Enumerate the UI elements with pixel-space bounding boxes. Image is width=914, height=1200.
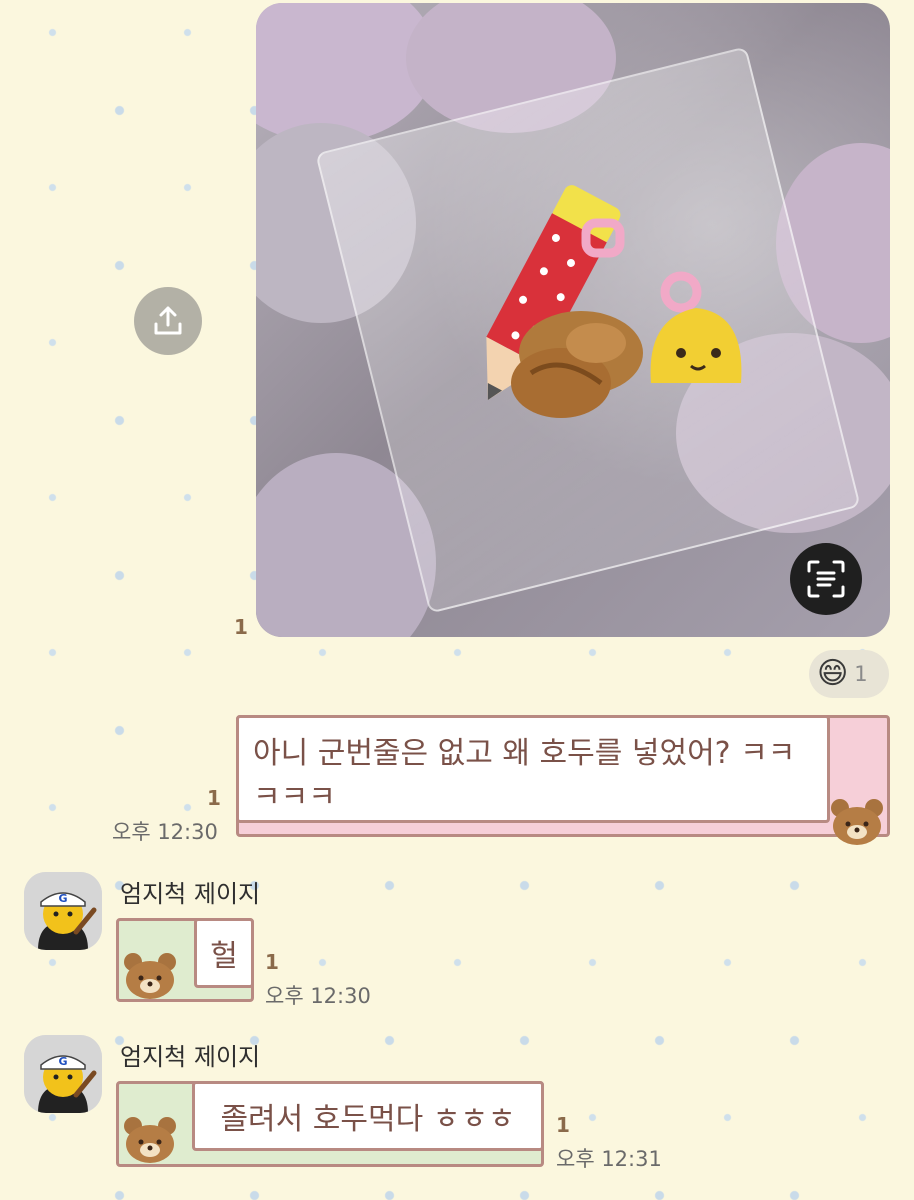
share-icon <box>154 306 182 335</box>
their-message-bubble[interactable]: 졸려서 호두먹다 ㅎㅎㅎ <box>192 1081 544 1151</box>
sender-name: 엄지척 제이지 <box>120 1043 261 1071</box>
bear-sticker-icon <box>831 799 883 845</box>
reaction-count: 1 <box>854 662 868 686</box>
profile-avatar: G <box>24 872 102 950</box>
walnut <box>511 311 643 418</box>
share-button[interactable] <box>134 287 202 355</box>
reaction-badge[interactable]: 😄 1 <box>809 650 889 698</box>
text-scan-icon <box>807 560 845 598</box>
reply1-unread-count: 1 <box>265 950 279 974</box>
their-message-text: 졸려서 호두먹다 ㅎㅎㅎ <box>220 1102 516 1137</box>
their-message-bubble[interactable]: 헐 <box>194 918 254 988</box>
reply2-time: 오후 12:31 <box>556 1147 662 1171</box>
reply1-time: 오후 12:30 <box>265 984 371 1008</box>
photo-message[interactable] <box>256 3 890 637</box>
their-message-text: 헐 <box>210 939 238 974</box>
yellow-animal-charm <box>650 271 742 383</box>
text-scan-button[interactable] <box>790 543 862 615</box>
svg-text:G: G <box>58 1055 67 1068</box>
reply2-unread-count: 1 <box>556 1113 570 1137</box>
my-message-time: 오후 12:30 <box>112 820 218 844</box>
bear-sticker-icon <box>124 1117 176 1163</box>
photo-unread-count: 1 <box>234 615 248 639</box>
sender-name: 엄지척 제이지 <box>120 880 261 908</box>
reaction-emoji: 😄 <box>817 656 849 691</box>
my-message-text: 아니 군번줄은 없고 왜 호두를 넣었어? ㅋㅋㅋㅋㅋ <box>253 736 796 815</box>
bear-sticker-icon <box>124 953 176 999</box>
svg-text:G: G <box>58 892 67 905</box>
my-message-unread-count: 1 <box>207 786 221 810</box>
my-message-bubble[interactable]: 아니 군번줄은 없고 왜 호두를 넣었어? ㅋㅋㅋㅋㅋ <box>236 715 830 823</box>
sender-avatar[interactable]: G <box>24 872 102 950</box>
sender-avatar[interactable]: G <box>24 1035 102 1113</box>
profile-avatar: G <box>24 1035 102 1113</box>
